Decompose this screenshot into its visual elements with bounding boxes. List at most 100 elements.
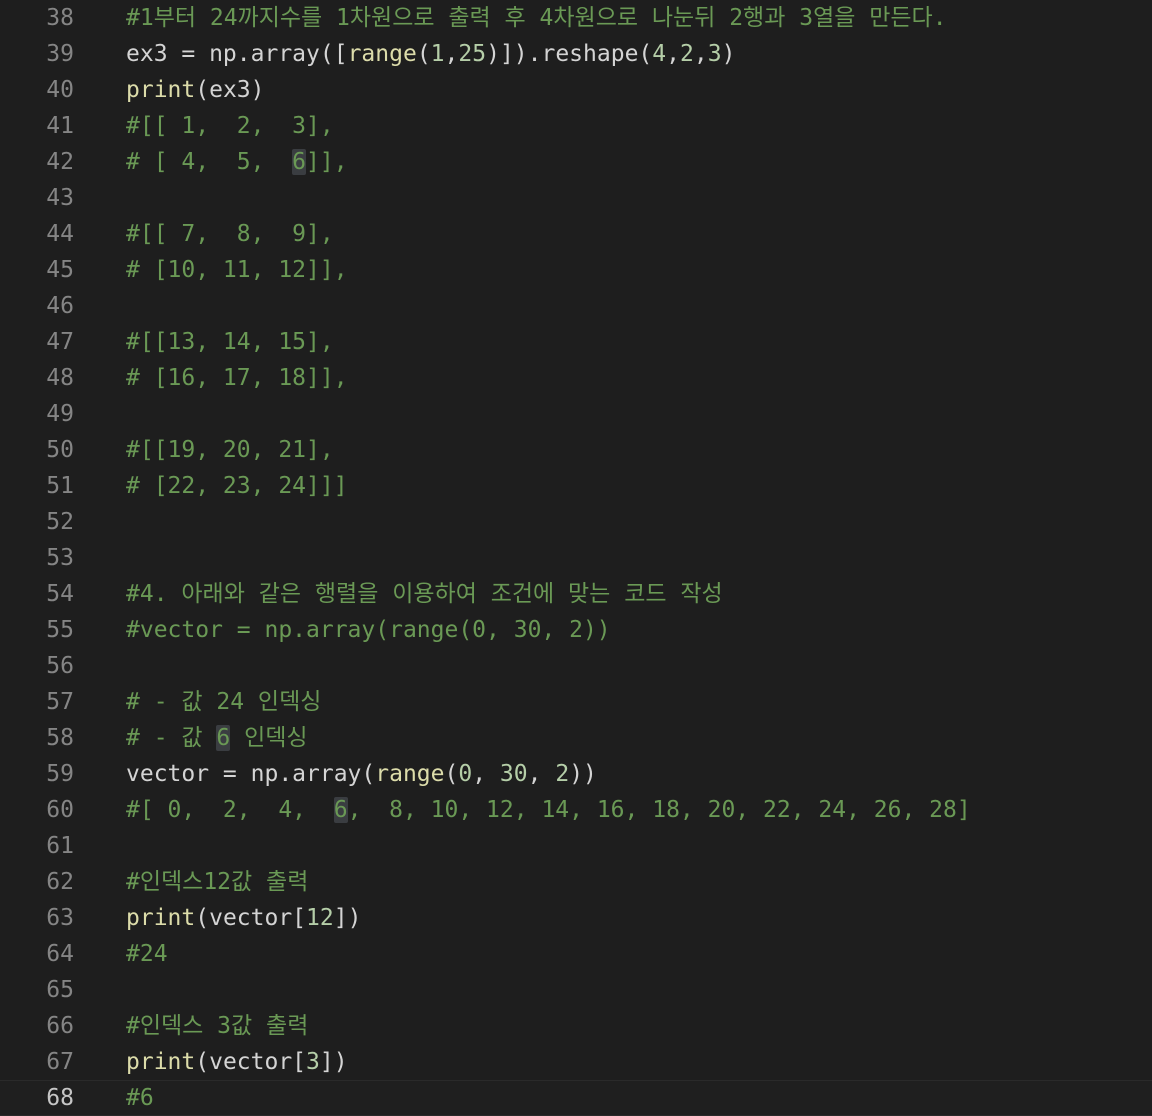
code-line[interactable]: 56: [0, 648, 1152, 684]
code-text[interactable]: print(vector[12]): [126, 900, 361, 936]
code-line[interactable]: 54 #4. 아래와 같은 행렬을 이용하여 조건에 맞는 코드 작성: [0, 576, 1152, 612]
line-number: 58: [46, 725, 74, 751]
code-text[interactable]: #인덱스12값 출력: [126, 864, 308, 900]
code-token: #[[ 7, 8, 9],: [126, 221, 334, 247]
code-line[interactable]: 48 # [16, 17, 18]],: [0, 360, 1152, 396]
code-line[interactable]: 59 vector = np.array(range(0, 30, 2)): [0, 756, 1152, 792]
code-line[interactable]: 58 # - 값 6 인덱싱: [0, 720, 1152, 756]
code-line[interactable]: 45 # [10, 11, 12]],: [0, 252, 1152, 288]
code-line[interactable]: 49: [0, 396, 1152, 432]
code-token: 4: [652, 41, 667, 67]
code-token: 2: [679, 41, 694, 67]
code-token: #vector = np.array(range(0, 30, 2)): [126, 617, 611, 643]
code-token: #[ 0, 2, 4,: [126, 797, 334, 823]
code-line[interactable]: 67 print(vector[3]): [0, 1044, 1152, 1080]
code-text[interactable]: #[ 0, 2, 4, 6, 8, 10, 12, 14, 16, 18, 20…: [126, 792, 971, 828]
line-number: 39: [46, 41, 74, 67]
code-text[interactable]: # - 값 6 인덱싱: [126, 720, 308, 756]
selection-highlight: 6: [333, 797, 348, 823]
line-number: 54: [46, 581, 74, 607]
line-number: 63: [46, 905, 74, 931]
code-text[interactable]: #4. 아래와 같은 행렬을 이용하여 조건에 맞는 코드 작성: [126, 576, 723, 612]
line-number: 44: [46, 221, 74, 247]
code-line[interactable]: 50 #[[19, 20, 21],: [0, 432, 1152, 468]
code-text[interactable]: # [ 4, 5, 6]],: [126, 144, 348, 180]
line-number: 43: [46, 185, 74, 211]
code-line[interactable]: 41 #[[ 1, 2, 3],: [0, 108, 1152, 144]
code-line[interactable]: 63 print(vector[12]): [0, 900, 1152, 936]
code-line[interactable]: 51 # [22, 23, 24]]]: [0, 468, 1152, 504]
code-text[interactable]: ex3 = np.array([range(1,25)]).reshape(4,…: [126, 36, 735, 72]
code-line[interactable]: 55 #vector = np.array(range(0, 30, 2)): [0, 612, 1152, 648]
code-text[interactable]: #1부터 24까지수를 1차원으로 출력 후 4차원으로 나눈뒤 2행과 3열을…: [126, 0, 947, 36]
code-text[interactable]: print(ex3): [126, 72, 265, 108]
code-line[interactable]: 57 # - 값 24 인덱싱: [0, 684, 1152, 720]
code-line[interactable]: 64 #24: [0, 936, 1152, 972]
code-token: print: [126, 1049, 196, 1075]
code-line[interactable]: 43: [0, 180, 1152, 216]
line-number: 38: [46, 5, 74, 31]
code-text[interactable]: # - 값 24 인덱싱: [126, 684, 321, 720]
code-line[interactable]: 61: [0, 828, 1152, 864]
line-number: 64: [46, 941, 74, 967]
code-token: # [10, 11, 12]],: [126, 257, 348, 283]
code-token: #1부터 24까지수를 1차원으로 출력 후 4차원으로 나눈뒤 2행과 3열을…: [126, 5, 947, 31]
code-text[interactable]: # [10, 11, 12]],: [126, 252, 348, 288]
code-editor[interactable]: 38 #1부터 24까지수를 1차원으로 출력 후 4차원으로 나눈뒤 2행과 3…: [0, 0, 1152, 1116]
code-text[interactable]: #인덱스 3값 출력: [126, 1008, 308, 1044]
code-token: ,: [472, 761, 500, 787]
code-token: ]): [333, 905, 362, 931]
code-token: ]): [319, 1049, 348, 1075]
code-token: 0: [458, 761, 473, 787]
current-code-line[interactable]: 68 #6: [0, 1080, 1152, 1116]
code-token: #4. 아래와 같은 행렬을 이용하여 조건에 맞는 코드 작성: [126, 581, 723, 607]
code-line[interactable]: 42 # [ 4, 5, 6]],: [0, 144, 1152, 180]
code-token: 3: [306, 1049, 320, 1075]
code-text[interactable]: #[[ 1, 2, 3],: [126, 108, 334, 144]
selection-highlight: 6: [292, 149, 307, 175]
code-line[interactable]: 38 #1부터 24까지수를 1차원으로 출력 후 4차원으로 나눈뒤 2행과 3…: [0, 0, 1152, 36]
code-token: range: [375, 761, 445, 787]
code-line[interactable]: 47 #[[13, 14, 15],: [0, 324, 1152, 360]
code-line[interactable]: 52: [0, 504, 1152, 540]
code-token: ,: [693, 41, 708, 67]
code-line[interactable]: 44 #[[ 7, 8, 9],: [0, 216, 1152, 252]
code-text[interactable]: #[[19, 20, 21],: [126, 432, 334, 468]
code-line[interactable]: 46: [0, 288, 1152, 324]
line-number: 42: [46, 149, 74, 175]
code-text[interactable]: #[[13, 14, 15],: [126, 324, 334, 360]
code-token: #[[19, 20, 21],: [126, 437, 334, 463]
code-token: 12: [306, 905, 334, 931]
code-text[interactable]: vector = np.array(range(0, 30, 2)): [126, 756, 597, 792]
line-number: 56: [46, 653, 74, 679]
line-number: 65: [46, 977, 74, 1003]
code-token: vector = np.array(: [126, 761, 376, 787]
code-line[interactable]: 62 #인덱스12값 출력: [0, 864, 1152, 900]
line-number: 47: [46, 329, 74, 355]
code-token: # [16, 17, 18]],: [126, 365, 348, 391]
code-line[interactable]: 60 #[ 0, 2, 4, 6, 8, 10, 12, 14, 16, 18, …: [0, 792, 1152, 828]
code-token: range: [347, 41, 417, 67]
code-text[interactable]: #24: [126, 936, 168, 972]
code-text[interactable]: print(vector[3]): [126, 1044, 348, 1080]
code-text[interactable]: #6: [126, 1081, 154, 1115]
code-line[interactable]: 39 ex3 = np.array([range(1,25)]).reshape(…: [0, 36, 1152, 72]
code-text[interactable]: # [16, 17, 18]],: [126, 360, 348, 396]
code-text[interactable]: #[[ 7, 8, 9],: [126, 216, 334, 252]
code-text[interactable]: #vector = np.array(range(0, 30, 2)): [126, 612, 611, 648]
code-token: 30: [499, 761, 528, 787]
code-line[interactable]: 65: [0, 972, 1152, 1008]
line-number: 59: [46, 761, 74, 787]
code-token: (vector[: [195, 905, 307, 931]
line-number: 68: [46, 1085, 74, 1111]
code-token: print: [126, 77, 196, 103]
code-token: # [ 4, 5,: [126, 149, 293, 175]
code-token: # - 값 24 인덱싱: [126, 689, 322, 715]
code-line[interactable]: 66 #인덱스 3값 출력: [0, 1008, 1152, 1044]
code-line[interactable]: 53: [0, 540, 1152, 576]
code-token: (vector[: [195, 1049, 307, 1075]
code-line[interactable]: 40 print(ex3): [0, 72, 1152, 108]
code-token: #24: [126, 941, 168, 967]
code-text[interactable]: # [22, 23, 24]]]: [126, 468, 348, 504]
code-token: 3: [707, 41, 722, 67]
